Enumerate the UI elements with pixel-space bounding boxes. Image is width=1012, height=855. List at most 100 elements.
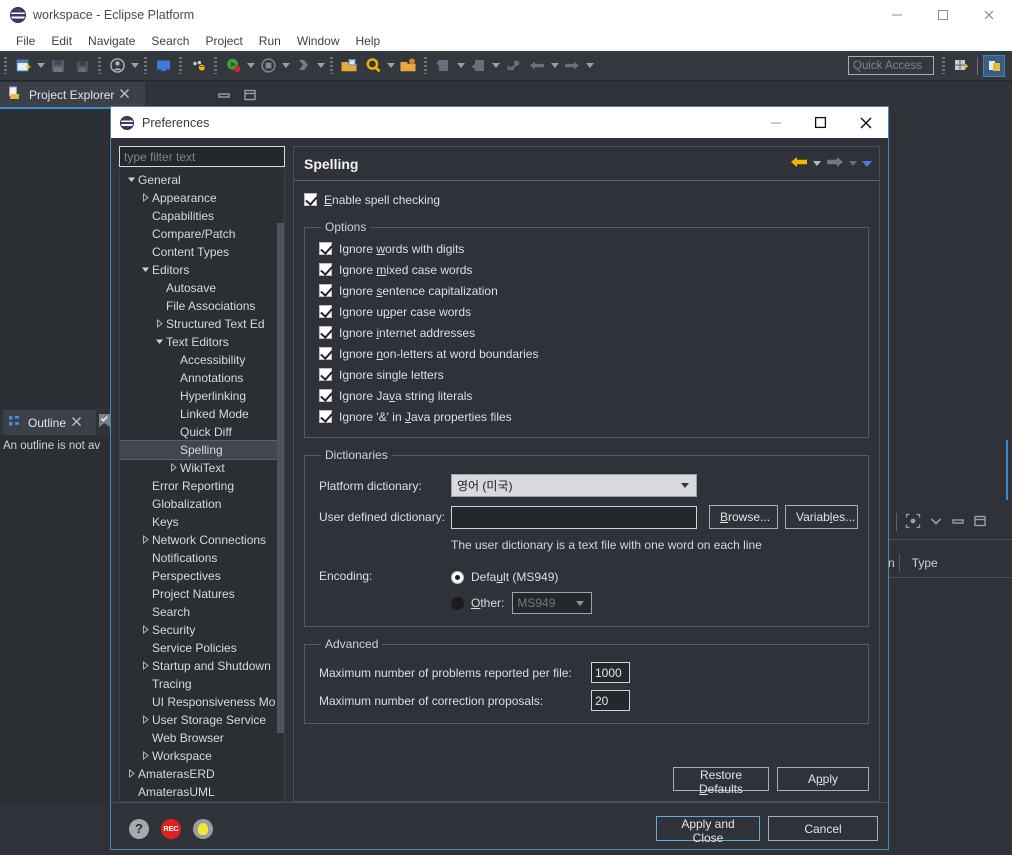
menu-search[interactable]: Search [143, 33, 197, 49]
minimize-view-icon[interactable] [216, 87, 232, 103]
forward-arrow-icon[interactable] [825, 154, 845, 173]
terminate-icon[interactable] [257, 55, 279, 77]
option-ignore-java-string-literals-checkbox[interactable] [319, 389, 332, 402]
quick-access-input[interactable]: Quick Access [848, 56, 934, 75]
tree-item-user-storage-service[interactable]: User Storage Service [120, 711, 284, 729]
column-divider[interactable] [898, 553, 900, 572]
tree-item-quick-diff[interactable]: Quick Diff [120, 423, 284, 441]
tree-item-hyperlinking[interactable]: Hyperlinking [120, 387, 284, 405]
encoding-default-radio[interactable] [451, 570, 464, 584]
platform-dictionary-select[interactable]: 영어 (미국) [451, 474, 697, 497]
search-icon[interactable] [362, 55, 384, 77]
back-icon[interactable] [526, 55, 548, 77]
tree-item-error-reporting[interactable]: Error Reporting [120, 477, 284, 495]
option-ignore-in-java-properties-files-checkbox[interactable] [319, 410, 332, 423]
back-dropdown-icon[interactable] [811, 161, 823, 166]
focus-icon[interactable] [905, 513, 921, 532]
minimize-icon[interactable] [874, 0, 920, 30]
tab-outline[interactable]: Outline [3, 410, 96, 435]
option-ignore-java-string-literals-row[interactable]: Ignore Java string literals [319, 385, 858, 406]
preferences-tree[interactable]: General Appearance Capabilities Compare/Pat… [119, 169, 285, 802]
tree-item-capabilities[interactable]: Capabilities [120, 207, 284, 225]
tree-item-service-policies[interactable]: Service Policies [120, 639, 284, 657]
tab-project-explorer[interactable]: Project Explorer [0, 82, 145, 109]
user-dictionary-input[interactable] [451, 505, 697, 529]
tree-item-amaterasuml[interactable]: AmaterasUML [120, 783, 284, 801]
tree-item-annotations[interactable]: Annotations [120, 369, 284, 387]
tree-item-text-editors[interactable]: Text Editors [120, 333, 284, 351]
previous-annotation-icon[interactable] [467, 55, 489, 77]
tree-item-compare-patch[interactable]: Compare/Patch [120, 225, 284, 243]
option-ignore-words-with-digits-checkbox[interactable] [319, 242, 332, 255]
tree-item-search[interactable]: Search [120, 603, 284, 621]
tree-item-ui-responsiveness-mo[interactable]: UI Responsiveness Mo [120, 693, 284, 711]
console-icon[interactable] [152, 55, 174, 77]
tree-item-workspace[interactable]: Workspace [120, 747, 284, 765]
tree-scrollbar-thumb[interactable] [277, 223, 284, 733]
menu-project[interactable]: Project [197, 33, 250, 49]
tree-item-structured-text-ed[interactable]: Structured Text Ed [120, 315, 284, 333]
tip-bulb-icon[interactable] [193, 818, 213, 839]
option-ignore-internet-addresses-checkbox[interactable] [319, 326, 332, 339]
maximize-view-icon[interactable] [973, 514, 987, 531]
tree-expand-arrow-collapsed-icon[interactable] [124, 768, 138, 780]
menu-help[interactable]: Help [348, 33, 389, 49]
tree-item-autosave[interactable]: Autosave [120, 279, 284, 297]
option-ignore-mixed-case-words-row[interactable]: Ignore mixed case words [319, 259, 858, 280]
option-ignore-non-letters-at-word-boundaries-checkbox[interactable] [319, 347, 332, 360]
tree-expand-arrow-expanded-icon[interactable] [152, 337, 166, 348]
option-ignore-upper-case-words-row[interactable]: Ignore upper case words [319, 301, 858, 322]
tree-item-editors[interactable]: Editors [120, 261, 284, 279]
step-dropdown-icon[interactable] [315, 55, 326, 77]
menu-edit[interactable]: Edit [43, 33, 80, 49]
dropdown-arrow-icon[interactable] [861, 161, 873, 167]
open-resource-icon[interactable] [397, 55, 419, 77]
browse-button[interactable]: Browse... [709, 505, 778, 529]
maximize-icon[interactable] [798, 107, 843, 138]
tree-item-security[interactable]: Security [120, 621, 284, 639]
previous-annotation-dropdown-icon[interactable] [490, 55, 501, 77]
tree-item-general[interactable]: General [120, 171, 284, 189]
step-icon[interactable] [292, 55, 314, 77]
next-annotation-dropdown-icon[interactable] [455, 55, 466, 77]
tree-expand-arrow-collapsed-icon[interactable] [166, 462, 180, 474]
apply-and-close-button[interactable]: Apply and Close [656, 816, 760, 845]
tree-expand-arrow-collapsed-icon[interactable] [138, 624, 152, 636]
run-icon[interactable] [222, 55, 244, 77]
tree-item-project-natures[interactable]: Project Natures [120, 585, 284, 603]
user-account-icon[interactable] [106, 55, 128, 77]
encoding-default-row[interactable]: Default (MS949) [451, 566, 592, 588]
tree-expand-arrow-collapsed-icon[interactable] [138, 714, 152, 726]
view-menu-icon[interactable] [929, 514, 943, 531]
tree-expand-arrow-collapsed-icon[interactable] [152, 318, 166, 330]
last-edit-icon[interactable] [502, 55, 524, 77]
menu-navigate[interactable]: Navigate [80, 33, 143, 49]
restore-defaults-button[interactable]: Restore Defaults [673, 767, 769, 796]
tree-item-content-types[interactable]: Content Types [120, 243, 284, 261]
tree-expand-arrow-expanded-icon[interactable] [138, 265, 152, 276]
next-annotation-icon[interactable] [432, 55, 454, 77]
enable-spell-checking-checkbox[interactable] [304, 193, 317, 206]
terminate-dropdown-icon[interactable] [280, 55, 291, 77]
forward-dropdown-icon[interactable] [584, 55, 595, 77]
tree-item-tracing[interactable]: Tracing [120, 675, 284, 693]
apply-button[interactable]: Apply [777, 767, 869, 791]
user-account-dropdown-icon[interactable] [129, 55, 140, 77]
rec-icon[interactable]: REC [161, 818, 181, 839]
tree-expand-arrow-expanded-icon[interactable] [124, 175, 138, 186]
tree-item-perspectives[interactable]: Perspectives [120, 567, 284, 585]
project-explorer-panel[interactable] [0, 109, 110, 409]
option-ignore-single-letters-row[interactable]: Ignore single letters [319, 364, 858, 385]
tree-item-startup-and-shutdown[interactable]: Startup and Shutdown [120, 657, 284, 675]
column-header-type[interactable]: Type [904, 556, 938, 570]
encoding-other-row[interactable]: Other: MS949 [451, 592, 593, 614]
close-icon[interactable] [843, 107, 888, 138]
save-all-icon[interactable] [71, 55, 93, 77]
tree-item-linked-mode[interactable]: Linked Mode [120, 405, 284, 423]
menu-run[interactable]: Run [251, 33, 289, 49]
filter-input[interactable]: type filter text [119, 146, 285, 167]
max-proposals-input[interactable] [591, 690, 630, 711]
tree-item-appearance[interactable]: Appearance [120, 189, 284, 207]
option-ignore-mixed-case-words-checkbox[interactable] [319, 263, 332, 276]
option-ignore-words-with-digits-row[interactable]: Ignore words with digits [319, 238, 858, 259]
